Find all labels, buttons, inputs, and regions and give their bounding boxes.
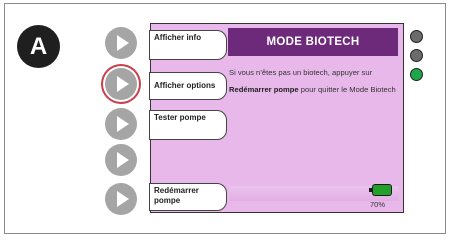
screen-message: Si vous n’êtes pas un biotech, appuyer s… [229,64,399,98]
message-bold-action: Redémarrer pompe [229,85,299,94]
message-text-1: Si vous n’êtes pas un biotech, appuyer s… [229,68,373,77]
menu-button-4[interactable] [105,144,137,176]
message-text-2: pour quitter le Mode Biotech [298,85,396,94]
battery-percent: 70% [370,200,386,209]
battery-icon [369,185,391,195]
softkey-afficher-options[interactable]: Afficher options [149,72,227,100]
softkey-afficher-info[interactable]: Afficher info [149,30,227,60]
softkey-redemarrer-pompe[interactable]: Redémarrer pompe [149,183,227,211]
status-led-1 [410,30,423,43]
softkey-tester-pompe[interactable]: Tester pompe [149,110,227,140]
menu-button-3[interactable] [105,108,137,140]
menu-button-1[interactable] [105,27,137,59]
panel-label-badge: A [17,25,60,68]
status-led-2 [410,49,423,62]
status-led-3-green [410,68,423,81]
menu-button-2-selected[interactable] [105,68,137,100]
menu-button-5[interactable] [105,183,137,215]
screen-title: MODE BIOTECH [228,28,398,56]
